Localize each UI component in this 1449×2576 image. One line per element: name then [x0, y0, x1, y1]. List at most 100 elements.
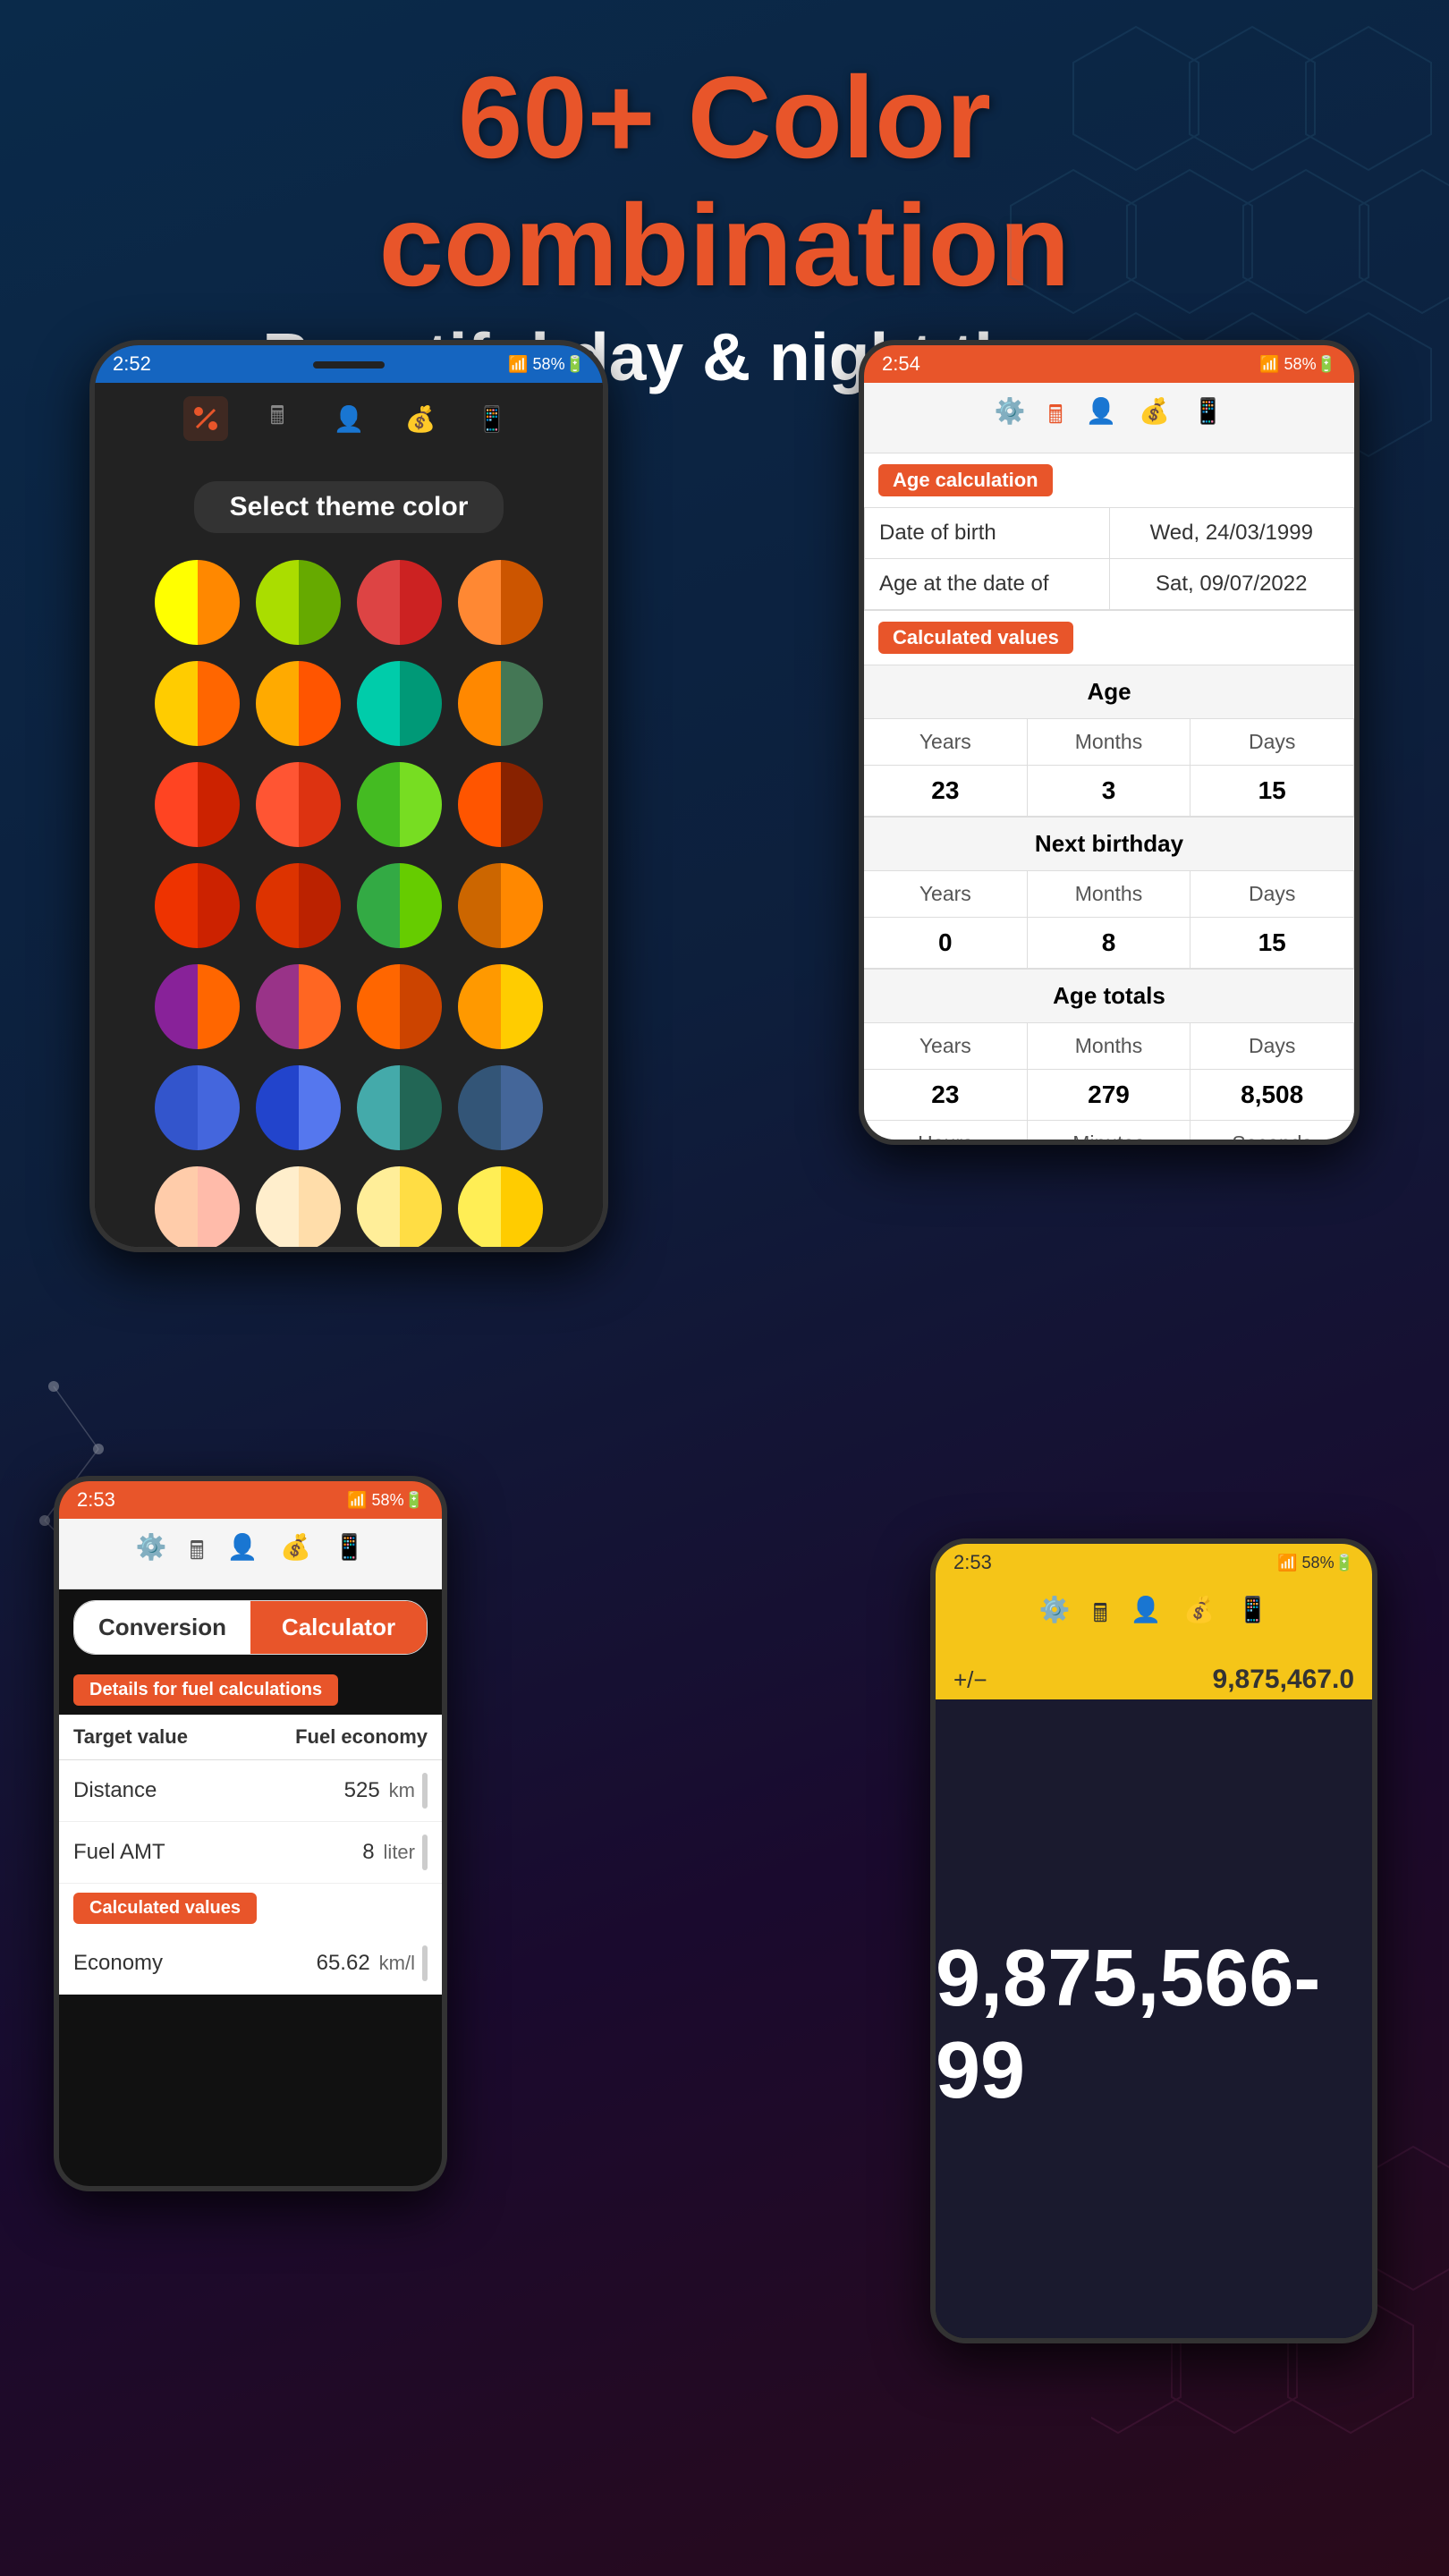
phone-frame-sci: 2:53 📶58%🔋 ⚙️ 🖩 👤 💰 📱 +/− 9,875,467.0	[930, 1538, 1377, 2343]
hms-col-headers: Hours Minutes Seconds	[864, 1121, 1354, 1145]
app-nav-left: 🖩 👤 💰 📱	[95, 383, 603, 454]
color-option-24[interactable]	[458, 1065, 543, 1150]
plus-minus-toggle[interactable]: +/−	[953, 1666, 987, 1694]
totals-days-header: Days	[1191, 1023, 1354, 1069]
color-option-23[interactable]	[357, 1065, 442, 1150]
color-option-5[interactable]	[155, 661, 240, 746]
color-option-7[interactable]	[357, 661, 442, 746]
color-option-17[interactable]	[155, 964, 240, 1049]
color-picker-dialog: Select theme color	[95, 454, 603, 1247]
nav-settings[interactable]: ⚙️	[995, 396, 1026, 439]
sci-nav-calc[interactable]: 🖩	[1093, 1595, 1108, 1638]
color-option-20[interactable]	[458, 964, 543, 1049]
dob-value[interactable]: Wed, 24/03/1999	[1110, 508, 1354, 558]
nav-icon-phone[interactable]: 📱	[470, 396, 514, 441]
phone-age-calc: 2:54 📶58%🔋 ⚙️ 🖩 👤 💰 📱 Age calculation Da…	[859, 340, 1360, 1145]
color-option-19[interactable]	[357, 964, 442, 1049]
color-option-16[interactable]	[458, 863, 543, 948]
distance-row: Distance 525 km	[59, 1760, 442, 1822]
color-option-4[interactable]	[458, 560, 543, 645]
color-option-26[interactable]	[256, 1166, 341, 1251]
conv-nav-phone[interactable]: 📱	[334, 1532, 365, 1575]
color-option-2[interactable]	[256, 560, 341, 645]
age-info-table: Date of birth Wed, 24/03/1999 Age at the…	[864, 507, 1354, 611]
next-bday-header: Next birthday	[864, 817, 1354, 871]
calc-values-badge: Calculated values	[878, 622, 1073, 654]
conv-nav-calc[interactable]: 🖩	[190, 1532, 205, 1575]
color-option-10[interactable]	[256, 762, 341, 847]
next-years-header: Years	[864, 871, 1028, 917]
totals-months-val: 279	[1028, 1070, 1191, 1120]
sci-main-number: 9,875,566-99	[936, 1933, 1372, 2117]
tab-calculator[interactable]: Calculator	[250, 1601, 427, 1654]
fuel-amt-label: Fuel AMT	[73, 1840, 362, 1865]
age-calc-badge: Age calculation	[878, 464, 1053, 496]
color-option-6[interactable]	[256, 661, 341, 746]
conv-nav-settings[interactable]: ⚙️	[136, 1532, 167, 1575]
color-option-8[interactable]	[458, 661, 543, 746]
phone-conversion: 2:53 📶58%🔋 ⚙️ 🖩 👤 💰 📱 Conversion Calcula…	[54, 1476, 447, 2191]
nav-icon-person[interactable]: 👤	[326, 396, 371, 441]
status-icons-age: 📶58%🔋	[1259, 355, 1336, 374]
color-option-25[interactable]	[155, 1166, 240, 1251]
age-screen: Age calculation Date of birth Wed, 24/03…	[864, 453, 1354, 1145]
dob-row: Date of birth Wed, 24/03/1999	[865, 508, 1353, 559]
nav-person[interactable]: 👤	[1086, 396, 1117, 439]
age-days-val: 15	[1191, 766, 1354, 816]
color-option-28[interactable]	[458, 1166, 543, 1251]
color-option-12[interactable]	[458, 762, 543, 847]
sci-nav-phone[interactable]: 📱	[1237, 1595, 1268, 1638]
conv-nav-person[interactable]: 👤	[227, 1532, 258, 1575]
color-option-18[interactable]	[256, 964, 341, 1049]
color-option-22[interactable]	[256, 1065, 341, 1150]
totals-years-header: Years	[864, 1023, 1028, 1069]
color-option-11[interactable]	[357, 762, 442, 847]
status-icons-conv: 📶58%🔋	[347, 1491, 424, 1510]
economy-value: 65.62	[317, 1951, 370, 1976]
sci-nav-person[interactable]: 👤	[1131, 1595, 1162, 1638]
color-option-15[interactable]	[357, 863, 442, 948]
sci-nav-money[interactable]: 💰	[1183, 1595, 1215, 1638]
hours-header: Hours	[864, 1121, 1028, 1145]
status-time-sci: 2:53	[953, 1551, 992, 1574]
phone-frame-left: 2:52 📶58%🔋 🖩 👤 💰 📱 Select theme color	[89, 340, 608, 1252]
color-option-14[interactable]	[256, 863, 341, 948]
status-time: 2:52	[113, 352, 151, 376]
color-option-1[interactable]	[155, 560, 240, 645]
conv-nav-money[interactable]: 💰	[280, 1532, 311, 1575]
minutes-header: Minutes	[1028, 1121, 1191, 1145]
next-col-values: 0 8 15	[864, 918, 1354, 969]
color-option-3[interactable]	[357, 560, 442, 645]
color-option-13[interactable]	[155, 863, 240, 948]
totals-months-header: Months	[1028, 1023, 1191, 1069]
fuel-amt-row: Fuel AMT 8 liter	[59, 1822, 442, 1884]
age-at-value[interactable]: Sat, 09/07/2022	[1110, 559, 1354, 609]
phone-sci-calc: 2:53 📶58%🔋 ⚙️ 🖩 👤 💰 📱 +/− 9,875,467.0	[930, 1538, 1377, 2343]
sci-nav-settings[interactable]: ⚙️	[1039, 1595, 1071, 1638]
color-grid	[155, 560, 543, 1252]
color-option-21[interactable]	[155, 1065, 240, 1150]
tab-conversion[interactable]: Conversion	[74, 1601, 250, 1654]
sci-display-area: +/− 9,875,467.0	[936, 1651, 1372, 1699]
title-line2: combination	[379, 180, 1071, 310]
fuel-header-row: Target value Fuel economy	[59, 1715, 442, 1760]
next-col-headers: Years Months Days	[864, 871, 1354, 918]
age-section-header: Age	[864, 665, 1354, 719]
nav-icon-percent[interactable]	[183, 396, 228, 441]
nav-icon-calc[interactable]: 🖩	[255, 396, 300, 441]
nav-phone[interactable]: 📱	[1192, 396, 1224, 439]
nav-money[interactable]: 💰	[1139, 396, 1170, 439]
status-bar-sci: 2:53 📶58%🔋	[936, 1544, 1372, 1581]
nav-calc[interactable]: 🖩	[1048, 396, 1063, 439]
color-option-9[interactable]	[155, 762, 240, 847]
phone-frame-right: 2:54 📶58%🔋 ⚙️ 🖩 👤 💰 📱 Age calculation Da…	[859, 340, 1360, 1145]
app-nav-conv: ⚙️ 🖩 👤 💰 📱	[59, 1519, 442, 1589]
color-option-27[interactable]	[357, 1166, 442, 1251]
dialog-title: Select theme color	[194, 481, 504, 533]
status-bar-age: 2:54 📶58%🔋	[864, 345, 1354, 383]
nav-icon-money[interactable]: 💰	[398, 396, 443, 441]
economy-row: Economy 65.62 km/l	[59, 1933, 442, 1995]
age-months-val: 3	[1028, 766, 1191, 816]
age-col-values: 23 3 15	[864, 766, 1354, 817]
seconds-header: Seconds	[1191, 1121, 1354, 1145]
